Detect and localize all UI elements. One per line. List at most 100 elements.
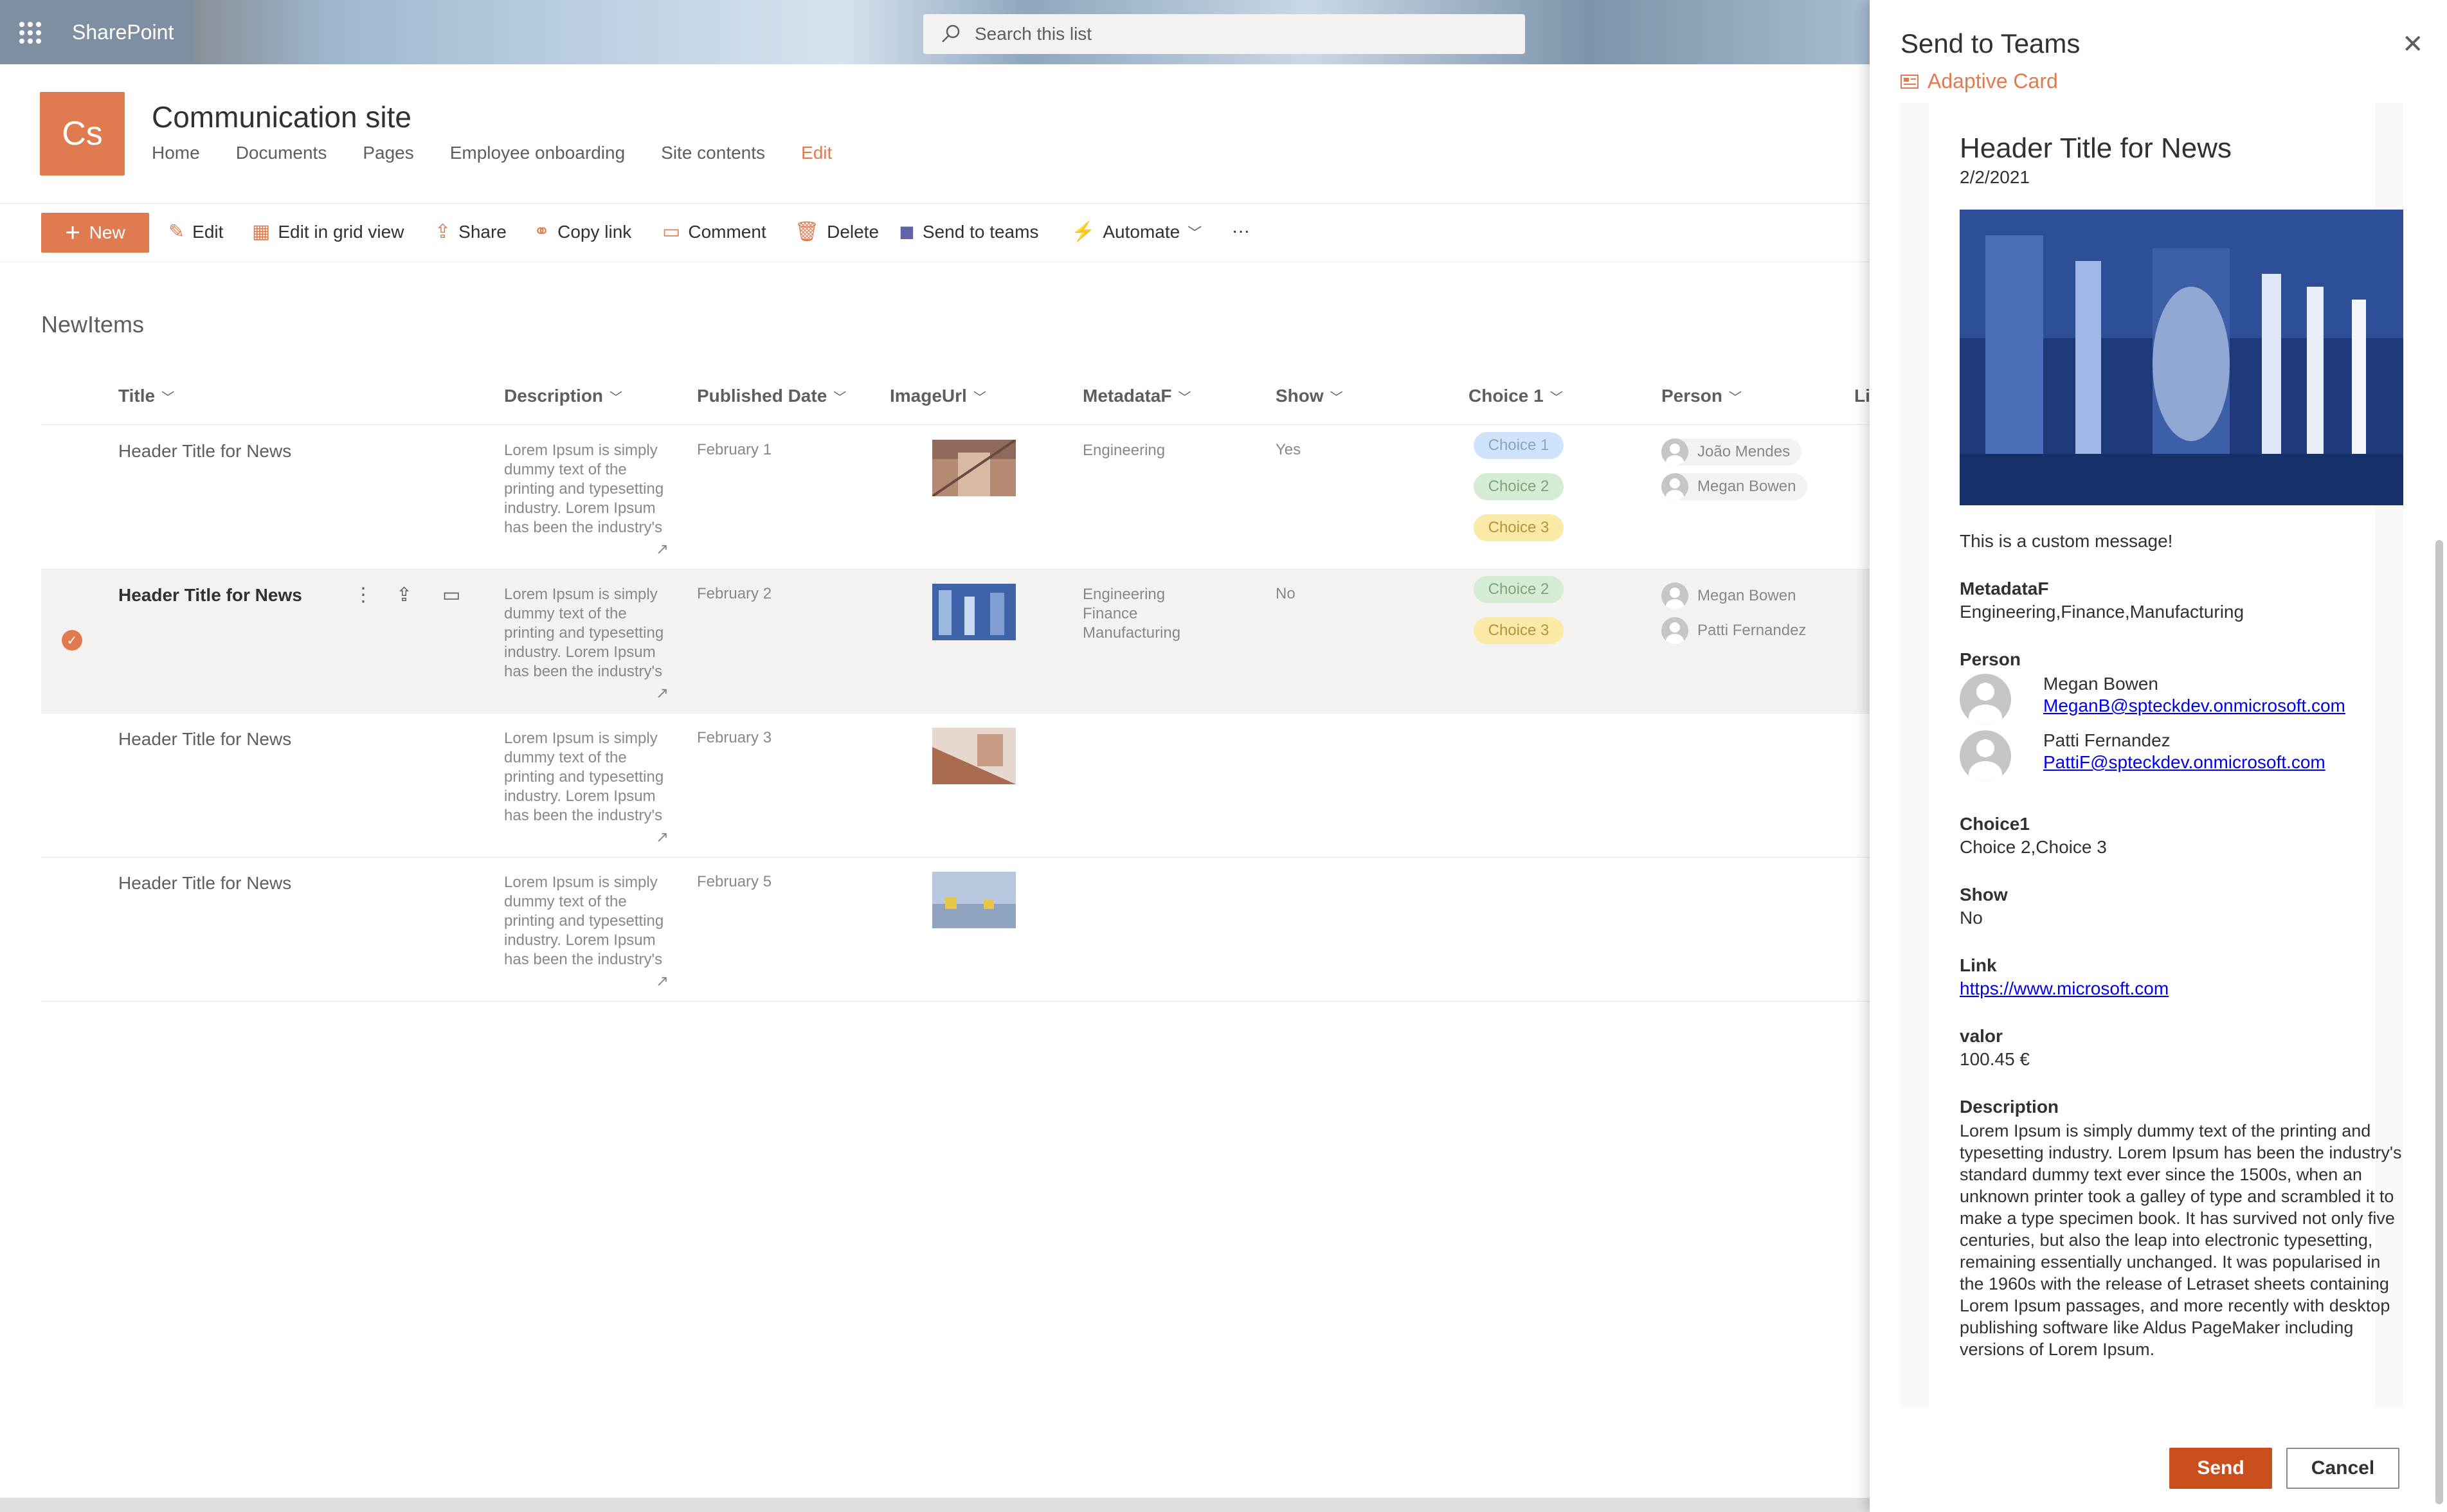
open-external-icon[interactable]: ↗ — [656, 684, 669, 703]
person-name: Megan Bowen — [2043, 674, 2159, 694]
table-row[interactable]: Header Title for News Lorem Ipsum is sim… — [41, 714, 1870, 858]
row-title[interactable]: Header Title for News — [118, 585, 302, 606]
adaptive-card-text: Adaptive Card — [1928, 69, 2058, 93]
table-row[interactable]: Header Title for News Lorem Ipsum is sim… — [41, 858, 1870, 1002]
metadata-value: Engineering,Finance,Manufacturing — [1960, 602, 2244, 622]
share-icon: ⇪ — [435, 221, 451, 242]
app-name[interactable]: SharePoint — [72, 21, 174, 44]
search-input[interactable]: Search this list — [923, 14, 1525, 54]
column-header-link[interactable]: Li — [1854, 386, 1870, 406]
link-icon: ⚭ — [534, 221, 550, 242]
person-name: Patti Fernandez — [2043, 730, 2171, 750]
share-icon[interactable]: ⇪ — [396, 584, 412, 606]
choice-value: Choice 2,Choice 3 — [1960, 837, 2107, 857]
table-row-selected[interactable]: ✓ Header Title for News ⋮ ⇪ ▭ Lorem Ipsu… — [41, 570, 1908, 714]
open-external-icon[interactable]: ↗ — [656, 972, 669, 991]
card-message: This is a custom message! — [1960, 531, 2173, 551]
row-image-thumbnail[interactable] — [932, 728, 1016, 784]
chevron-down-icon: ﹀ — [609, 391, 623, 405]
person-chip[interactable]: Megan Bowen — [1661, 473, 1808, 500]
cancel-button[interactable]: Cancel — [2286, 1448, 2399, 1489]
row-show: Yes — [1276, 441, 1301, 458]
send-button[interactable]: Send — [2169, 1448, 2272, 1489]
automate-label: Automate — [1103, 221, 1180, 242]
nav-documents[interactable]: Documents — [236, 143, 327, 163]
link-value[interactable]: https://www.microsoft.com — [1960, 978, 2169, 999]
automate-button[interactable]: ⚡ Automate ﹀ — [1071, 221, 1202, 243]
delete-label: Delete — [827, 221, 880, 242]
site-title[interactable]: Communication site — [152, 100, 411, 134]
person-email-link[interactable]: MeganB@spteckdev.onmicrosoft.com — [2043, 696, 2345, 716]
row-title[interactable]: Header Title for News — [118, 873, 291, 894]
row-title[interactable]: Header Title for News — [118, 441, 291, 462]
copy-link-button[interactable]: ⚭ Copy link — [534, 221, 631, 243]
share-button[interactable]: ⇪ Share — [435, 221, 507, 243]
nav-site-contents[interactable]: Site contents — [661, 143, 765, 163]
edit-button[interactable]: ✎ Edit — [168, 221, 223, 243]
row-image-thumbnail[interactable] — [932, 872, 1016, 928]
avatar — [1661, 582, 1688, 609]
column-metadataf-label: MetadataF — [1083, 386, 1172, 406]
valor-value: 100.45 € — [1960, 1049, 2030, 1069]
row-description: Lorem Ipsum is simply dummy text of the … — [504, 730, 664, 824]
app-launcher-icon[interactable] — [19, 22, 41, 44]
panel-scrollbar[interactable] — [2435, 540, 2443, 1504]
chevron-down-icon: ﹀ — [833, 391, 847, 405]
person-chip[interactable]: Megan Bowen — [1661, 582, 1807, 609]
person-chip[interactable]: Patti Fernandez — [1661, 617, 1818, 644]
column-header-published-date[interactable]: Published Date ﹀ — [697, 386, 846, 406]
more-commands-button[interactable]: ··· — [1232, 221, 1250, 241]
nav-pages[interactable]: Pages — [363, 143, 413, 163]
row-image-thumbnail[interactable] — [932, 440, 1016, 496]
send-to-teams-label: Send to teams — [922, 221, 1039, 242]
column-header-imageurl[interactable]: ImageUrl ﹀ — [890, 386, 986, 406]
choice-pill: Choice 1 — [1474, 432, 1564, 459]
column-choice1-label: Choice 1 — [1468, 386, 1544, 406]
plus-icon: + — [65, 219, 80, 247]
open-external-icon[interactable]: ↗ — [656, 828, 669, 847]
column-header-choice1[interactable]: Choice 1 ﹀ — [1468, 386, 1563, 406]
nav-employee-onboarding[interactable]: Employee onboarding — [450, 143, 625, 163]
app-launcher-block: SharePoint — [0, 0, 194, 64]
column-person-label: Person — [1661, 386, 1722, 406]
share-label: Share — [458, 221, 507, 242]
new-button[interactable]: + New — [41, 213, 149, 253]
edit-grid-label: Edit in grid view — [278, 221, 404, 242]
row-image-thumbnail[interactable] — [932, 584, 1016, 640]
close-icon[interactable]: ✕ — [2402, 30, 2424, 59]
row-title[interactable]: Header Title for News — [118, 729, 291, 750]
teams-icon: ◼ — [899, 221, 915, 242]
comment-icon[interactable]: ▭ — [442, 584, 460, 606]
site-logo[interactable]: Cs — [40, 92, 125, 176]
nav-home[interactable]: Home — [152, 143, 200, 163]
row-date: February 2 — [697, 585, 772, 602]
checkmark-icon[interactable]: ✓ — [62, 630, 82, 651]
card-date: 2/2/2021 — [1960, 167, 2030, 187]
chevron-down-icon: ﹀ — [1549, 391, 1563, 405]
column-header-show[interactable]: Show ﹀ — [1276, 386, 1343, 406]
card-icon — [1901, 74, 1919, 89]
open-external-icon[interactable]: ↗ — [656, 540, 669, 559]
row-description: Lorem Ipsum is simply dummy text of the … — [504, 442, 664, 536]
column-header-title[interactable]: Title ﹀ — [118, 386, 174, 406]
card-header: Header Title for News — [1960, 132, 2232, 164]
choice-pill: Choice 2 — [1474, 473, 1564, 500]
person-chip[interactable]: João Mendes — [1661, 438, 1802, 465]
column-link-label: Li — [1854, 386, 1870, 406]
person-email-link[interactable]: PattiF@spteckdev.onmicrosoft.com — [2043, 752, 2325, 773]
delete-button[interactable]: 🗑 Delete — [795, 221, 879, 243]
more-vertical-icon[interactable]: ⋮ — [354, 584, 373, 606]
edit-grid-button[interactable]: ▦ Edit in grid view — [252, 221, 404, 243]
nav-edit[interactable]: Edit — [801, 143, 832, 163]
list-title: NewItems — [41, 311, 145, 338]
column-header-description[interactable]: Description ﹀ — [504, 386, 622, 406]
trash-icon: 🗑 — [795, 221, 820, 242]
row-description: Lorem Ipsum is simply dummy text of the … — [504, 874, 664, 968]
comment-button[interactable]: ▭ Comment — [662, 221, 766, 243]
column-header-metadataf[interactable]: MetadataF ﹀ — [1083, 386, 1191, 406]
column-header-person[interactable]: Person ﹀ — [1661, 386, 1742, 406]
table-row[interactable]: Header Title for News Lorem Ipsum is sim… — [41, 426, 1908, 570]
chevron-down-icon: ﹀ — [1330, 391, 1343, 405]
send-to-teams-button[interactable]: ◼ Send to teams — [899, 221, 1038, 243]
edit-label: Edit — [192, 221, 224, 242]
